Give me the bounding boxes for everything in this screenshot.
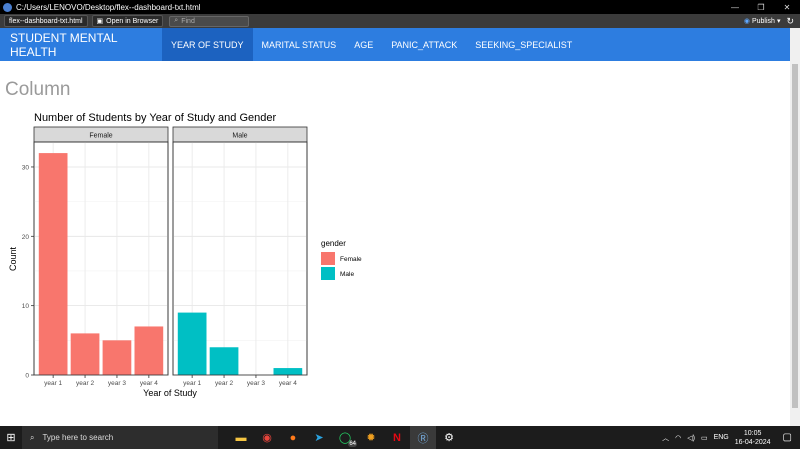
viewer-toolbar: flex--dashboard-txt.html ▣ Open in Brows… (0, 14, 800, 28)
bar-male-year-2 (209, 347, 239, 375)
x-tick-label: year 4 (279, 380, 297, 387)
taskbar-search-placeholder: Type here to search (42, 433, 114, 442)
bar-female-year-3 (102, 340, 132, 375)
rstudio-app-icon (3, 2, 12, 12)
faceted-bar-chart: Number of Students by Year of Study and … (8, 112, 362, 398)
file-explorer-icon[interactable]: ▬ (228, 426, 254, 449)
windows-logo-icon: ⊞ (6, 432, 16, 444)
publish-label: Publish (751, 17, 775, 25)
x-tick-label: year 3 (247, 380, 265, 387)
file-tab-label: flex--dashboard-txt.html (9, 17, 83, 25)
clock[interactable]: 10:05 16-04-2024 (735, 429, 771, 447)
window-titlebar: C:/Users/LENOVO/Desktop/flex--dashboard-… (0, 0, 800, 14)
search-icon: ⌕ (30, 432, 35, 442)
chevron-down-icon: ▾ (776, 18, 781, 25)
window-title: C:/Users/LENOVO/Desktop/flex--dashboard-… (16, 2, 201, 12)
volume-icon[interactable]: ◁) (687, 434, 695, 442)
dashboard-brand[interactable]: STUDENT MENTAL HEALTH (0, 31, 162, 59)
y-tick-label: 10 (22, 303, 30, 310)
y-axis-title: Count (8, 247, 18, 272)
bar-female-year-4 (134, 326, 164, 375)
file-tab[interactable]: flex--dashboard-txt.html (4, 15, 88, 27)
whatsapp-badge: 64 (348, 441, 357, 447)
facet-strip-label: Female (89, 133, 112, 140)
tab-panic-attack[interactable]: PANIC_ATTACK (382, 28, 466, 61)
language-indicator[interactable]: ENG (714, 434, 729, 441)
wifi-icon[interactable]: ◠ (675, 434, 681, 442)
tab-marital-status[interactable]: MARITAL STATUS (253, 28, 346, 61)
tab-seeking-specialist[interactable]: SEEKING_SPECIALIST (466, 28, 581, 61)
gear-icon[interactable]: ⚙ (436, 426, 462, 449)
firefox-icon[interactable]: ● (280, 426, 306, 449)
minimize-button[interactable]: — (722, 0, 748, 14)
x-tick-label: year 2 (215, 380, 233, 387)
x-tick-label: year 1 (44, 380, 62, 387)
publish-icon: ◉ (743, 18, 750, 25)
netflix-icon[interactable]: N (384, 426, 410, 449)
open-in-browser-button[interactable]: ▣ Open in Browser (91, 15, 164, 27)
bar-female-year-2 (70, 333, 100, 375)
chart-title: Number of Students by Year of Study and … (34, 112, 276, 124)
facet-strip-label: Male (232, 133, 247, 140)
x-tick-label: year 4 (140, 380, 158, 387)
browser-icon: ▣ (96, 18, 104, 25)
clock-date: 16-04-2024 (734, 438, 771, 446)
notifications-icon[interactable]: ▢ (783, 432, 792, 443)
find-input[interactable]: ⌕ Find (169, 15, 250, 27)
legend-title: gender (321, 239, 346, 248)
close-button[interactable]: ✕ (774, 0, 800, 14)
bar-female-year-1 (38, 153, 68, 375)
legend-label-female: Female (340, 256, 362, 263)
refresh-icon[interactable]: ↻ (786, 16, 794, 27)
start-button[interactable]: ⊞ (0, 426, 22, 449)
x-tick-label: year 3 (108, 380, 126, 387)
whatsapp-icon[interactable]: ◯ 64 (332, 426, 358, 449)
legend-swatch-female (321, 252, 335, 265)
windows-taskbar: ⊞ ⌕ Type here to search ▬ ◉ ● ➤ ◯ 64 ✹ N … (0, 426, 800, 449)
y-tick-label: 20 (22, 234, 30, 241)
tab-age[interactable]: AGE (345, 28, 382, 61)
publish-button[interactable]: ◉ Publish ▾ (743, 17, 781, 26)
telegram-icon[interactable]: ➤ (306, 426, 332, 449)
find-placeholder: Find (181, 17, 195, 25)
clock-time: 10:05 (743, 429, 762, 437)
rstudio-icon[interactable]: Ⓡ (410, 426, 436, 449)
chrome-icon[interactable]: ◉ (254, 426, 280, 449)
bar-male-year-1 (177, 312, 207, 375)
scrollbar-thumb[interactable] (792, 64, 798, 408)
search-icon: ⌕ (174, 17, 179, 24)
dashboard-navbar: STUDENT MENTAL HEALTH YEAR OF STUDY MARI… (0, 28, 790, 61)
x-tick-label: year 2 (76, 380, 94, 387)
legend-label-male: Male (340, 271, 354, 278)
page-scrollbar[interactable] (790, 28, 800, 426)
page-title: Column (5, 79, 71, 100)
taskbar-search[interactable]: ⌕ Type here to search (22, 426, 218, 449)
maximize-button[interactable]: ❐ (748, 0, 774, 14)
settings-sun-icon[interactable]: ✹ (358, 426, 384, 449)
chevron-up-icon[interactable]: ︿ (662, 433, 669, 443)
bar-male-year-4 (273, 368, 303, 375)
battery-icon[interactable]: ▭ (701, 434, 708, 442)
legend-swatch-male (321, 267, 335, 280)
x-axis-title: Year of Study (143, 388, 197, 398)
chart-panel: Number of Students by Year of Study and … (5, 107, 376, 404)
tab-year-of-study[interactable]: YEAR OF STUDY (162, 28, 253, 61)
open-in-browser-label: Open in Browser (106, 17, 159, 25)
y-tick-label: 0 (25, 373, 29, 380)
x-tick-label: year 1 (183, 380, 201, 387)
y-tick-label: 30 (22, 164, 30, 171)
system-tray: ︿ ◠ ◁) ▭ ENG 10:05 16-04-2024 ▢ (662, 426, 792, 449)
